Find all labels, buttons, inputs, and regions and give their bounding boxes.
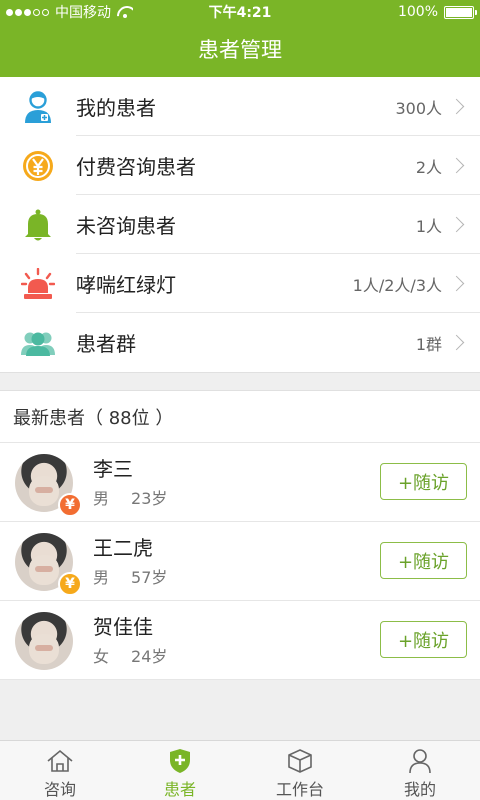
menu-item-label: 哮喘红绿灯	[76, 254, 480, 313]
group-icon	[0, 330, 76, 356]
chevron-right-icon	[448, 157, 465, 174]
patient-row[interactable]: ¥ 李三 男 23岁 +随访	[0, 443, 480, 522]
bell-icon	[0, 209, 76, 241]
menu-item-value: 2人	[415, 157, 442, 177]
yen-badge-icon: ¥	[58, 571, 82, 596]
menu-item-label: 未咨询患者	[76, 195, 480, 254]
wifi-icon	[117, 6, 133, 18]
patient-row[interactable]: 贺佳佳 女 24岁 +随访	[0, 601, 480, 680]
menu-item-my-patients[interactable]: 我的患者 300人	[0, 77, 480, 136]
battery-percent: 100%	[397, 4, 438, 20]
carrier-name: 中国移动	[55, 5, 111, 21]
tab-consult[interactable]: 咨询	[0, 741, 120, 800]
shield-plus-icon	[168, 748, 192, 774]
patient-gender: 女	[93, 646, 110, 666]
tab-label: 我的	[403, 780, 436, 799]
patient-row[interactable]: ¥ 王二虎 男 57岁 +随访	[0, 522, 480, 601]
tab-bar: 咨询 患者 工作台 我的	[0, 740, 480, 800]
yen-badge-icon: ¥	[58, 492, 82, 517]
menu-item-asthma-light[interactable]: 哮喘红绿灯 1人/2人/3人	[0, 254, 480, 313]
menu-item-unconsulted-patients[interactable]: 未咨询患者 1人	[0, 195, 480, 254]
yen-coin-icon	[0, 150, 76, 182]
doctor-icon	[0, 90, 76, 124]
tab-workbench[interactable]: 工作台	[240, 741, 360, 800]
menu-item-label: 我的患者	[76, 77, 480, 136]
menu-item-label: 付费咨询患者	[76, 136, 480, 195]
chevron-right-icon	[448, 275, 465, 292]
avatar	[15, 611, 73, 670]
status-left: 中国移动	[6, 2, 133, 22]
patient-age: 23岁	[131, 488, 168, 508]
follow-up-button[interactable]: +随访	[380, 463, 467, 500]
menu-list: 我的患者 300人 付费咨询患者 2人 未咨询患者 1人 哮喘红绿灯 1人/2人…	[0, 77, 480, 372]
status-bar: 中国移动 下午4:21 100%	[0, 0, 480, 24]
avatar-container: ¥	[0, 443, 82, 522]
chevron-right-icon	[448, 216, 465, 233]
battery-icon	[444, 5, 477, 19]
tab-patients[interactable]: 患者	[120, 741, 240, 800]
chevron-right-icon	[448, 334, 465, 351]
battery-fill	[446, 7, 472, 17]
tab-label: 患者	[163, 780, 196, 799]
alarm-light-icon	[0, 267, 76, 300]
person-icon	[408, 748, 432, 774]
tab-mine[interactable]: 我的	[360, 741, 480, 800]
top-bar: 中国移动 下午4:21 100% 患者管理	[0, 0, 480, 77]
menu-item-value: 1人	[415, 216, 442, 236]
follow-up-button[interactable]: +随访	[380, 621, 467, 658]
patient-gender: 男	[93, 567, 110, 587]
menu-item-label: 患者群	[76, 332, 136, 356]
page-title: 患者管理	[198, 38, 282, 62]
menu-item-value: 1群	[415, 334, 442, 354]
follow-up-button[interactable]: +随访	[380, 542, 467, 579]
recent-patients-section: 最新患者（ 88位 ） ¥ 李三 男 23岁 +随访 ¥ 王二虎 男 57岁 +…	[0, 390, 480, 680]
avatar-container	[0, 601, 78, 680]
menu-item-paid-patients[interactable]: 付费咨询患者 2人	[0, 136, 480, 195]
section-divider	[0, 372, 480, 390]
tab-label: 咨询	[43, 780, 76, 799]
menu-item-value: 1人/2人/3人	[352, 275, 442, 295]
signal-strength-icon	[6, 8, 49, 16]
patient-age: 24岁	[131, 646, 168, 666]
menu-item-patient-groups[interactable]: 患者群 1群	[0, 313, 480, 372]
menu-item-value: 300人	[395, 98, 442, 118]
avatar-container: ¥	[0, 522, 82, 601]
status-right: 100%	[397, 4, 477, 20]
cube-icon	[287, 748, 313, 774]
patient-age: 57岁	[131, 567, 168, 587]
chevron-right-icon	[448, 98, 465, 115]
home-icon	[46, 748, 74, 774]
recent-patients-title: 最新患者（ 88位 ）	[0, 391, 480, 443]
patient-gender: 男	[93, 488, 110, 508]
tab-label: 工作台	[275, 780, 324, 799]
